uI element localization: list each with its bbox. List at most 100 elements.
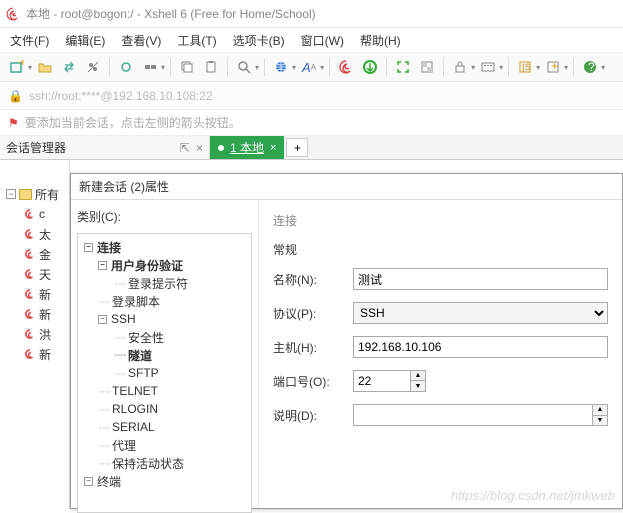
font-button[interactable]: AA [298, 56, 320, 78]
tree-serial[interactable]: ····SERIAL [80, 418, 249, 436]
tab-strip: 1 本地 × + [210, 136, 623, 159]
dropdown-icon[interactable]: ▾ [601, 63, 605, 72]
tree-terminal[interactable]: −终端 [80, 472, 249, 490]
port-input[interactable] [353, 370, 411, 392]
port-spinner[interactable]: ▲▼ [411, 370, 426, 392]
tree-login-script[interactable]: ····登录脚本 [80, 292, 249, 310]
menu-edit[interactable]: 编辑(E) [65, 32, 105, 49]
category-tree[interactable]: −连接 −用户身份验证 ····登录提示符 ····登录脚本 −SSH ····… [77, 233, 252, 513]
new-tab-button[interactable]: + [286, 138, 308, 157]
open-button[interactable] [34, 56, 56, 78]
transfer-button[interactable] [58, 56, 80, 78]
tree-item[interactable]: 天 [24, 264, 69, 284]
tree-connection[interactable]: −连接 [80, 238, 249, 256]
tree-item[interactable]: 太 [24, 224, 69, 244]
paste-button[interactable] [200, 56, 222, 78]
tab-close-icon[interactable]: × [270, 142, 276, 154]
menu-help[interactable]: 帮助(H) [360, 32, 401, 49]
tree-root-item[interactable]: − 所有 [6, 184, 69, 204]
dropdown-icon[interactable]: ▾ [292, 63, 296, 72]
pin-icon[interactable]: ⇱ [180, 141, 190, 155]
tree-proxy[interactable]: ····代理 [80, 436, 249, 454]
script-button[interactable]: js [514, 56, 536, 78]
dropdown-icon[interactable]: ▾ [536, 63, 540, 72]
toolbar-separator [109, 58, 110, 76]
new-session-button[interactable]: + [6, 56, 28, 78]
spin-up-icon[interactable]: ▲ [593, 405, 607, 416]
toolbar-separator [443, 58, 444, 76]
transparency-button[interactable] [416, 56, 438, 78]
address-bar[interactable]: 🔒 ssh://root:****@192.168.10.108:22 [0, 82, 623, 110]
svg-text:?: ? [588, 60, 595, 74]
fullscreen-button[interactable] [392, 56, 414, 78]
tree-item[interactable]: 新 [24, 284, 69, 304]
menu-file[interactable]: 文件(F) [10, 32, 49, 49]
spin-down-icon[interactable]: ▼ [411, 381, 425, 391]
lock-button[interactable] [449, 56, 471, 78]
keyboard-button[interactable] [477, 56, 499, 78]
collapse-icon[interactable]: − [98, 315, 107, 324]
toolbar-separator [170, 58, 171, 76]
dropdown-icon[interactable]: ▾ [320, 63, 324, 72]
collapse-icon[interactable]: − [84, 243, 93, 252]
dropdown-icon[interactable]: ▾ [161, 63, 165, 72]
tree-tunnel[interactable]: ····隧道 [80, 346, 249, 364]
toolbar-separator [573, 58, 574, 76]
properties-button[interactable] [82, 56, 104, 78]
tree-item[interactable]: 新 [24, 344, 69, 364]
reconnect-button[interactable] [115, 56, 137, 78]
menu-tabs[interactable]: 选项卡(B) [233, 32, 285, 49]
tree-item[interactable]: 金 [24, 244, 69, 264]
xshell-button[interactable] [335, 56, 357, 78]
tab-local[interactable]: 1 本地 × [210, 136, 284, 159]
find-button[interactable] [233, 56, 255, 78]
collapse-icon[interactable]: − [98, 261, 107, 270]
flag-icon: ⚑ [8, 116, 19, 130]
toolbar-separator [329, 58, 330, 76]
tree-item[interactable]: 新 [24, 304, 69, 324]
add-button[interactable]: + [542, 56, 564, 78]
spin-up-icon[interactable]: ▲ [411, 371, 425, 381]
tree-security[interactable]: ····安全性 [80, 328, 249, 346]
dropdown-icon[interactable]: ▾ [255, 63, 259, 72]
globe-button[interactable] [270, 56, 292, 78]
help-button[interactable]: ? [579, 56, 601, 78]
category-label: 类别(C): [77, 208, 252, 225]
menu-window[interactable]: 窗口(W) [301, 32, 344, 49]
dropdown-icon[interactable]: ▾ [564, 63, 568, 72]
name-input[interactable] [353, 268, 608, 290]
copy-button[interactable] [176, 56, 198, 78]
menu-tools[interactable]: 工具(T) [177, 32, 216, 49]
protocol-select[interactable]: SSH [353, 302, 608, 324]
description-input[interactable]: ▲▼ [353, 404, 608, 426]
name-label: 名称(N): [273, 271, 353, 288]
tree-auth[interactable]: −用户身份验证 [80, 256, 249, 274]
tree-ssh[interactable]: −SSH [80, 310, 249, 328]
xftp-button[interactable] [359, 56, 381, 78]
panel-title: 会话管理器 [6, 139, 66, 156]
tree-login-prompt[interactable]: ····登录提示符 [80, 274, 249, 292]
tree-telnet[interactable]: ····TELNET [80, 382, 249, 400]
dropdown-icon[interactable]: ▾ [471, 63, 475, 72]
description-label: 说明(D): [273, 407, 353, 424]
tree-keepalive[interactable]: ····保持活动状态 [80, 454, 249, 472]
lock-icon: 🔒 [8, 89, 23, 103]
menu-view[interactable]: 查看(V) [121, 32, 161, 49]
tree-sftp[interactable]: ····SFTP [80, 364, 249, 382]
tree-item[interactable]: c [24, 204, 69, 224]
tab-label: 1 本地 [230, 139, 264, 156]
collapse-icon[interactable]: − [6, 189, 16, 199]
section-title: 连接 [273, 212, 608, 229]
collapse-icon[interactable]: − [84, 477, 93, 486]
disconnect-button[interactable] [139, 56, 161, 78]
tree-rlogin[interactable]: ····RLOGIN [80, 400, 249, 418]
host-input[interactable] [353, 336, 608, 358]
dropdown-icon[interactable]: ▾ [28, 63, 32, 72]
tree-item[interactable]: 洪 [24, 324, 69, 344]
dropdown-icon[interactable]: ▾ [499, 63, 503, 72]
app-logo-icon [6, 7, 20, 21]
port-label: 端口号(O): [273, 373, 353, 390]
close-panel-icon[interactable]: × [196, 141, 203, 155]
spin-down-icon[interactable]: ▼ [593, 416, 607, 426]
dialog-title: 新建会话 (2)属性 [71, 174, 622, 200]
